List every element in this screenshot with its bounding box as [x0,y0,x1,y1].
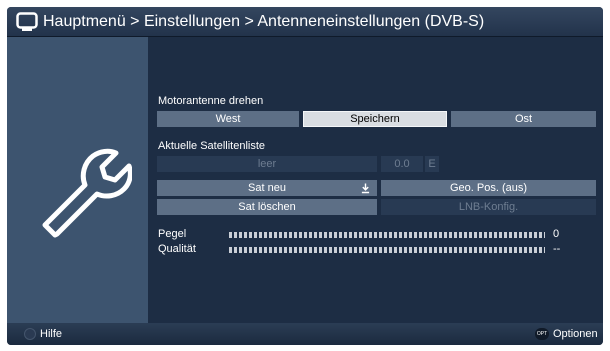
wrench-icon [42,148,132,238]
satlist-label: Aktuelle Satellitenliste [158,140,266,152]
side-panel [7,37,148,323]
satellite-position-field: 0.0 [381,156,423,172]
help-label[interactable]: Hilfe [40,323,62,345]
quality-bar [229,247,545,253]
options-button-icon[interactable]: OPT [535,328,549,340]
save-button[interactable]: Speichern [303,111,447,127]
title-bar: Hauptmenü > Einstellungen > Antenneneins… [7,7,603,37]
delete-satellite-button[interactable]: Sat löschen [157,199,377,215]
tv-icon [16,12,38,31]
options-label[interactable]: Optionen [553,323,598,345]
satellite-name-field: leer [157,156,377,172]
level-value: 0 [553,228,560,240]
geo-position-button[interactable]: Geo. Pos. (aus) [381,180,596,196]
west-button[interactable]: West [157,111,299,127]
quality-value: -- [553,243,561,255]
tv-menu-screen: Hauptmenü > Einstellungen > Antenneneins… [7,7,603,345]
quality-label: Qualität [158,243,196,255]
bottom-bar: Hilfe OPT Optionen [7,323,603,345]
content-area: Motorantenne drehen West Speichern Ost A… [148,37,603,323]
satellite-direction-field: E [425,156,439,172]
help-button-icon[interactable] [24,328,36,340]
new-satellite-button[interactable]: Sat neu [157,180,377,196]
lnb-config-button: LNB-Konfig. [381,199,596,215]
new-satellite-label: Sat neu [248,182,286,194]
download-arrow-icon [361,183,370,194]
page-title: Hauptmenü > Einstellungen > Antenneneins… [43,13,485,30]
level-bar [229,232,545,238]
east-button[interactable]: Ost [451,111,596,127]
level-label: Pegel [158,228,187,240]
motor-label: Motorantenne drehen [158,95,264,107]
